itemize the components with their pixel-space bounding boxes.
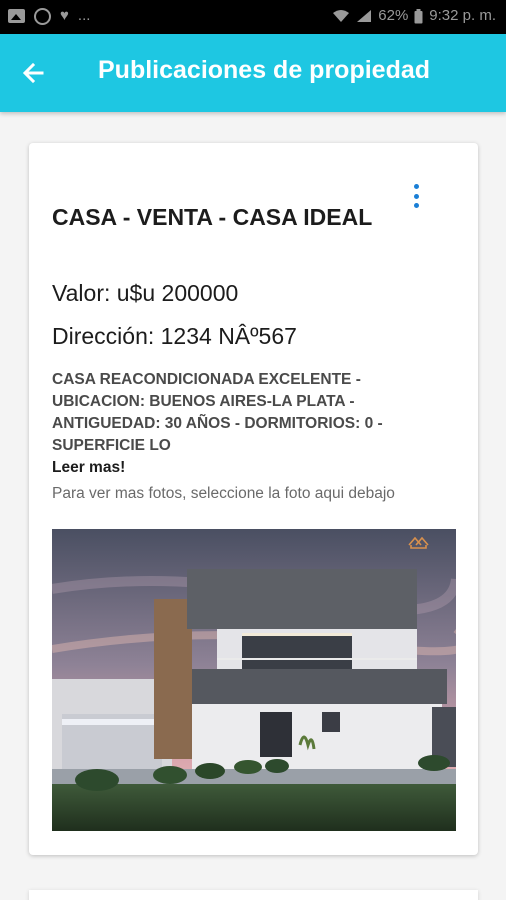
house-illustration: [52, 529, 456, 831]
battery-percent: 62%: [378, 7, 409, 24]
battery-icon: [414, 8, 423, 23]
menu-dot: [413, 203, 419, 208]
listing-description: CASA REACONDICIONADA EXCELENTE - UBICACI…: [52, 371, 383, 454]
back-button[interactable]: [16, 56, 50, 90]
status-right: 62% 9:32 p. m.: [332, 7, 496, 25]
listing-card[interactable]: CASA - VENTA - CASA IDEAL Valor: u$u 200…: [29, 143, 478, 855]
wifi-icon: [333, 10, 350, 22]
status-more: ...: [77, 7, 91, 24]
listing-title: CASA - VENTA - CASA IDEAL: [52, 204, 373, 230]
page-title: Publicaciones de propiedad: [98, 56, 431, 84]
more-vert-icon[interactable]: [404, 181, 428, 211]
listing-price: Valor: u$u 200000: [52, 280, 239, 306]
app-bar: Publicaciones de propiedad: [0, 34, 506, 112]
house-photo[interactable]: [52, 529, 456, 831]
signal-icon: [357, 10, 372, 22]
arrow-back-icon: [22, 62, 44, 84]
status-left: ♥ ...: [8, 7, 90, 25]
image-icon: [8, 9, 25, 23]
whatsapp-icon: [34, 7, 51, 25]
photo-hint: Para ver mas fotos, seleccione la foto a…: [52, 485, 395, 502]
menu-dot: [413, 193, 419, 199]
read-more-link[interactable]: Leer mas!: [52, 459, 125, 477]
clock: 9:32 p. m.: [429, 7, 496, 24]
next-listing-card[interactable]: [29, 890, 478, 900]
heart-icon: ♥: [60, 7, 69, 24]
listing-address: Dirección: 1234 NÂº567: [52, 323, 297, 349]
status-bar: ♥ ... 62% 9:32 p. m.: [0, 0, 506, 34]
menu-dot: [413, 184, 419, 189]
